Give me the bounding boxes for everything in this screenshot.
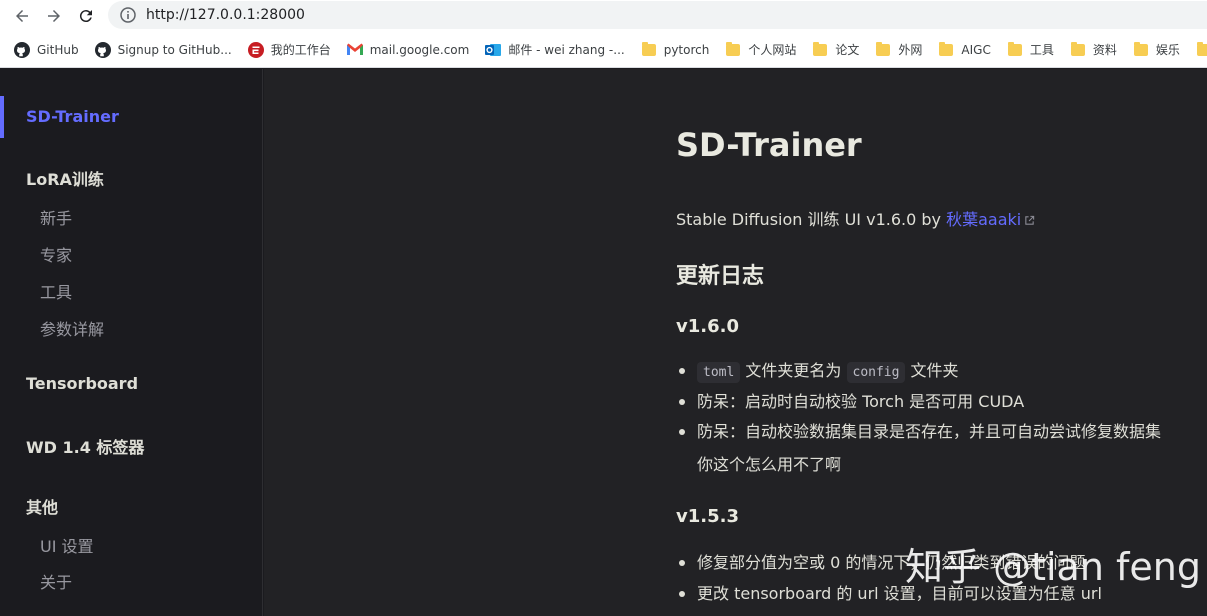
bookmark-label: 外网 xyxy=(898,43,923,57)
sidebar: SD-Trainer LoRA训练 新手 专家 工具 参数详解 Tensorbo… xyxy=(0,69,263,616)
folder-icon xyxy=(1196,41,1207,58)
bookmark-label: mail.google.com xyxy=(369,42,470,57)
page-title: SD-Trainer xyxy=(676,126,862,164)
sidebar-group-other[interactable]: 其他 xyxy=(26,494,58,518)
version-heading: v1.6.0 xyxy=(676,316,739,337)
folder-icon xyxy=(938,41,954,58)
folder-icon xyxy=(1007,41,1023,58)
list-text: 防呆：自动校验数据集目录是否存在，并且可自动尝试修复数据集 xyxy=(697,422,1162,441)
back-button[interactable] xyxy=(6,0,38,32)
list-text-continuation: 你这个怎么用不了啊 xyxy=(697,455,842,474)
browser-toolbar: http://127.0.0.1:28000 xyxy=(0,0,1207,32)
folder-icon xyxy=(725,41,741,58)
reload-button[interactable] xyxy=(70,0,102,32)
sidebar-group-lora[interactable]: LoRA训练 xyxy=(26,166,104,190)
list-item: 防呆：自动校验数据集目录是否存在，并且可自动尝试修复数据集 xyxy=(676,418,1161,448)
bookmark-folder-entertainment[interactable]: 娱乐 xyxy=(1127,36,1186,64)
external-link-icon xyxy=(1025,215,1035,225)
github-icon xyxy=(94,41,111,58)
bookmark-label: pytorch xyxy=(663,42,710,57)
bookmark-folder-pytorch[interactable]: pytorch xyxy=(635,36,716,64)
sidebar-item-tools[interactable]: 工具 xyxy=(40,279,72,303)
list-item: 防呆：启动时自动校验 Torch 是否可用 CUDA xyxy=(676,388,1161,418)
author-link[interactable]: 秋葉aaaki xyxy=(946,210,1021,229)
list-item: toml 文件夹更名为 config 文件夹 xyxy=(676,357,1161,388)
bookmark-gmail[interactable]: mail.google.com xyxy=(341,36,476,64)
list-text: 文件夹更名为 xyxy=(740,361,847,380)
main-content: SD-Trainer Stable Diffusion 训练 UI v1.6.0… xyxy=(264,69,1207,616)
intro-text: Stable Diffusion 训练 UI v1.6.0 by xyxy=(676,210,947,229)
bookmark-github[interactable]: GitHub xyxy=(8,36,85,64)
inline-code: config xyxy=(846,362,906,383)
forward-button[interactable] xyxy=(38,0,70,32)
bookmark-label: 工具 xyxy=(1029,43,1054,57)
bookmark-label: 邮件 - wei zhang -... xyxy=(508,43,625,57)
folder-icon xyxy=(875,41,891,58)
url-text[interactable]: http://127.0.0.1:28000 xyxy=(146,7,305,23)
bookmark-outlook[interactable]: 邮件 - wei zhang -... xyxy=(479,36,630,64)
inline-code: toml xyxy=(697,362,741,383)
arrow-left-icon xyxy=(16,10,28,22)
sidebar-item-tensorboard[interactable]: Tensorboard xyxy=(26,374,138,393)
app: SD-Trainer LoRA训练 新手 专家 工具 参数详解 Tensorbo… xyxy=(0,69,1207,616)
bookmarks-bar: GitHub Signup to GitHub... 我的工作台 mail.go… xyxy=(0,32,1207,68)
sidebar-item-about[interactable]: 关于 xyxy=(40,569,72,593)
list-text: 防呆：启动时自动校验 Torch 是否可用 CUDA xyxy=(697,392,1025,411)
watermark: 知乎 @tian feng xyxy=(905,545,1201,589)
folder-icon xyxy=(812,41,828,58)
github-icon xyxy=(14,41,30,58)
reload-icon xyxy=(79,10,92,23)
address-bar[interactable]: http://127.0.0.1:28000 xyxy=(108,1,1207,29)
sidebar-item-wd-tagger[interactable]: WD 1.4 标签器 xyxy=(26,434,144,458)
bookmark-folder-external[interactable]: 外网 xyxy=(869,36,928,64)
bookmark-label: 娱乐 xyxy=(1155,43,1180,57)
sidebar-item-params[interactable]: 参数详解 xyxy=(40,316,104,340)
arrow-right-icon xyxy=(48,10,60,22)
gmail-icon xyxy=(346,42,363,58)
bookmark-folder-tools[interactable]: 工具 xyxy=(1001,36,1060,64)
folder-icon xyxy=(641,41,657,58)
intro-paragraph: Stable Diffusion 训练 UI v1.6.0 by 秋葉aaaki xyxy=(676,206,1035,230)
bookmark-folder-overflow[interactable] xyxy=(1190,36,1207,64)
bookmark-label: 论文 xyxy=(835,43,860,57)
version-heading: v1.5.3 xyxy=(676,506,739,527)
info-icon xyxy=(120,7,136,23)
bookmark-label: 个人网站 xyxy=(748,43,797,57)
list-text: 文件夹 xyxy=(905,361,959,380)
bookmark-folder-materials[interactable]: 资料 xyxy=(1064,36,1123,64)
sidebar-item-ui-settings[interactable]: UI 设置 xyxy=(40,533,94,557)
sidebar-item-expert[interactable]: 专家 xyxy=(40,242,72,266)
bookmark-folder-papers[interactable]: 论文 xyxy=(806,36,865,64)
gitee-icon xyxy=(247,41,264,58)
bookmark-folder-personal-site[interactable]: 个人网站 xyxy=(719,36,802,64)
bookmark-signup-github[interactable]: Signup to GitHub... xyxy=(89,36,238,64)
folder-icon xyxy=(1133,41,1149,58)
active-indicator xyxy=(0,96,4,138)
changelog-heading: 更新日志 xyxy=(676,264,765,289)
sidebar-item-beginner[interactable]: 新手 xyxy=(40,205,72,229)
sidebar-item-sd-trainer[interactable]: SD-Trainer xyxy=(26,107,119,126)
bookmark-label: GitHub xyxy=(37,42,79,57)
bookmark-folder-aigc[interactable]: AIGC xyxy=(932,36,996,64)
bookmark-label: Signup to GitHub... xyxy=(117,42,232,57)
bookmark-label: AIGC xyxy=(961,42,991,57)
bookmark-label: 资料 xyxy=(1092,43,1117,57)
bookmark-label: 我的工作台 xyxy=(270,43,331,57)
bookmark-workbench[interactable]: 我的工作台 xyxy=(242,36,337,64)
folder-icon xyxy=(1070,41,1086,58)
changelog-list: toml 文件夹更名为 config 文件夹 防呆：启动时自动校验 Torch … xyxy=(676,357,1161,448)
outlook-icon xyxy=(485,42,502,58)
